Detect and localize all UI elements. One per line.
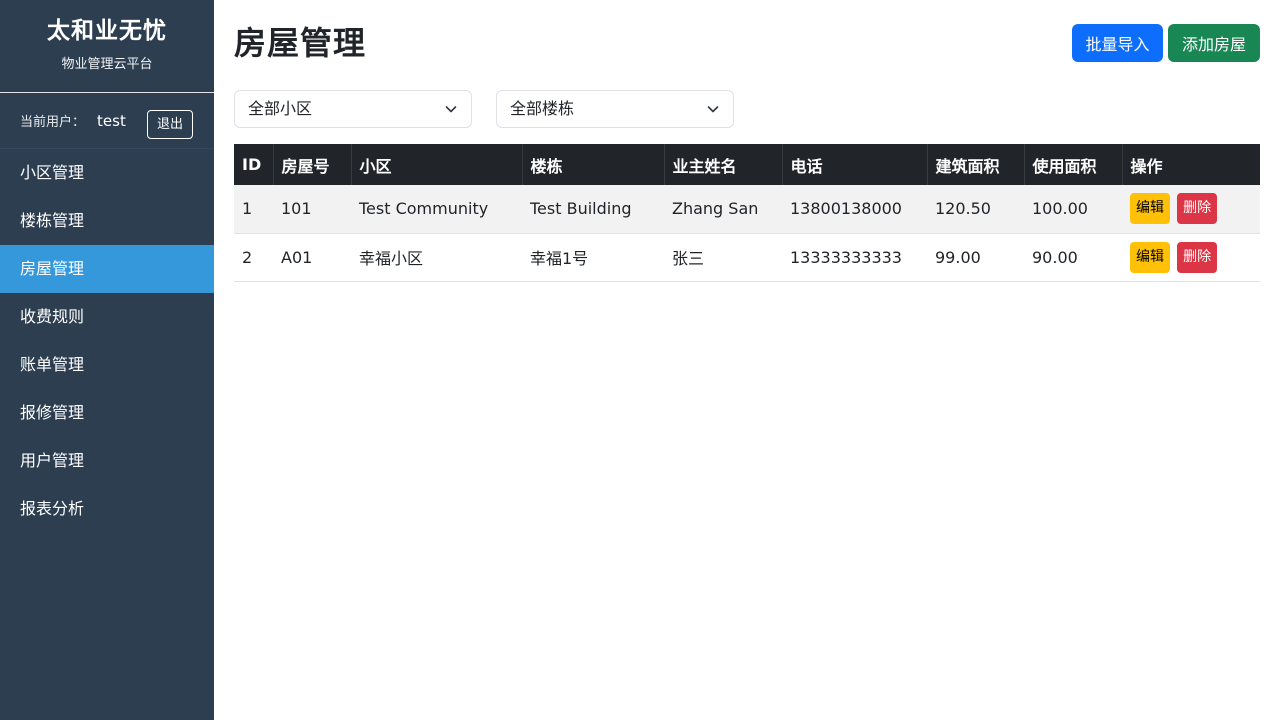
cell-community: Test Community (359, 199, 489, 219)
sidebar-item-repairs[interactable]: 报修管理 (0, 389, 214, 437)
cell-phone: 13800138000 (790, 199, 902, 219)
cell-actions: 编辑 删除 (1122, 185, 1260, 233)
chevron-down-icon (445, 106, 457, 113)
cell-build-area: 120.50 (935, 199, 991, 219)
column-header[interactable]: 使用面积 (1023, 144, 1122, 185)
cell-community: 幸福小区 (359, 249, 424, 268)
cell-owner: 张三 (672, 249, 705, 268)
sidebar-item-users[interactable]: 用户管理 (0, 437, 214, 485)
column-header[interactable]: 建筑面积 (926, 144, 1024, 185)
cell-room: 101 (281, 199, 312, 219)
brand: 太和业无忧 物业管理云平台 (0, 0, 214, 93)
cell-phone: 13333333333 (790, 247, 902, 267)
house-table: ID 房屋号 小区 楼栋 业主姓名 电话 建筑面积 使用面积 操作 1 101 … (234, 144, 1260, 282)
community-filter-select[interactable]: 全部小区 (234, 90, 472, 128)
table-header-row: ID 房屋号 小区 楼栋 业主姓名 电话 建筑面积 使用面积 操作 (234, 144, 1260, 185)
cell-building: 幸福1号 (530, 249, 589, 268)
column-header[interactable]: 楼栋 (521, 144, 664, 185)
column-header[interactable]: 房屋号 (272, 144, 351, 185)
cell-actions: 编辑 删除 (1122, 233, 1260, 281)
delete-button[interactable]: 删除 (1177, 193, 1218, 225)
main-content: 房屋管理 批量导入 添加房屋 全部小区 全部楼栋 ID 房屋号 小区 楼栋 业主… (234, 0, 1260, 720)
sidebar-item-fee-rules[interactable]: 收费规则 (0, 293, 214, 341)
column-header[interactable]: 业主姓名 (663, 144, 782, 185)
edit-button[interactable]: 编辑 (1130, 193, 1170, 225)
sidebar-item-bills[interactable]: 账单管理 (0, 341, 214, 389)
logout-button[interactable]: 退出 (147, 110, 193, 139)
cell-building: Test Building (530, 199, 632, 219)
cell-owner: Zhang San (672, 199, 759, 219)
cell-room: A01 (281, 247, 313, 267)
current-user-name: test (97, 111, 126, 130)
cell-id: 1 (242, 199, 253, 219)
brand-title: 太和业无忧 (47, 18, 167, 44)
column-header: 操作 (1121, 144, 1260, 185)
sidebar-item-building[interactable]: 楼栋管理 (0, 197, 214, 245)
sidebar-item-reports[interactable]: 报表分析 (0, 485, 214, 533)
page-title: 房屋管理 (234, 24, 367, 62)
community-filter-value: 全部小区 (248, 99, 313, 118)
cell-use-area: 100.00 (1032, 199, 1088, 219)
cell-id: 2 (242, 247, 253, 267)
chevron-down-icon (707, 106, 719, 113)
building-filter-select[interactable]: 全部楼栋 (496, 90, 734, 128)
sidebar-item-house[interactable]: 房屋管理 (0, 245, 214, 293)
building-filter-value: 全部楼栋 (510, 99, 575, 118)
column-header[interactable]: ID (234, 144, 273, 185)
current-user-label: 当前用户： (20, 115, 86, 130)
sidebar-item-community[interactable]: 小区管理 (0, 149, 214, 197)
cell-use-area: 90.00 (1032, 247, 1078, 267)
delete-button[interactable]: 删除 (1177, 241, 1218, 273)
sidebar: 太和业无忧 物业管理云平台 当前用户： test 退出 小区管理 楼栋管理 房屋… (0, 0, 214, 720)
edit-button[interactable]: 编辑 (1130, 241, 1170, 273)
table-row: 2 A01 幸福小区 幸福1号 张三 13333333333 99.00 90.… (234, 233, 1260, 281)
column-header[interactable]: 电话 (781, 144, 927, 185)
column-header[interactable]: 小区 (350, 144, 522, 185)
cell-build-area: 99.00 (935, 247, 981, 267)
table-row: 1 101 Test Community Test Building Zhang… (234, 185, 1260, 233)
bulk-import-button[interactable]: 批量导入 (1072, 24, 1163, 62)
brand-subtitle: 物业管理云平台 (61, 57, 153, 72)
user-bar: 当前用户： test 退出 (0, 93, 214, 149)
sidebar-nav: 小区管理 楼栋管理 房屋管理 收费规则 账单管理 报修管理 用户管理 报表分析 (0, 149, 214, 533)
add-house-button[interactable]: 添加房屋 (1168, 24, 1260, 62)
